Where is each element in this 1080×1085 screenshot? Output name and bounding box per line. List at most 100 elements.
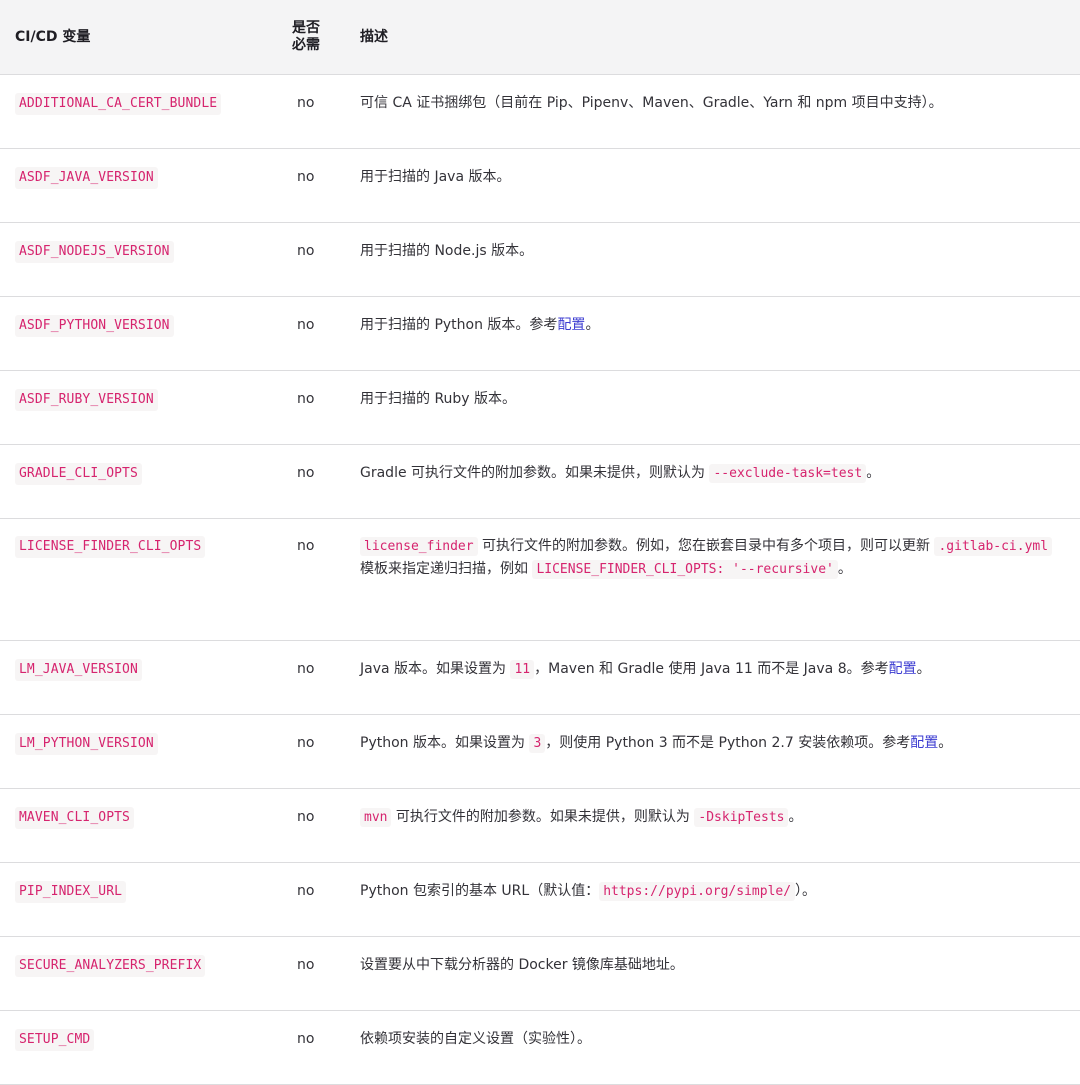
description-text: 用于扫描的 Python 版本。参考 [360, 317, 558, 333]
table-body: ADDITIONAL_CA_CERT_BUNDLE no 可信 CA 证书捆绑包（目… [0, 74, 1080, 1085]
description-text: Java 版本。如果设置为 [360, 661, 511, 677]
required-value: no [297, 661, 315, 677]
required-cell: no [276, 788, 342, 863]
variable-name: ASDF_PYTHON_VERSION [15, 315, 174, 337]
required-cell: no [276, 714, 342, 789]
variable-cell: GRADLE_CLI_OPTS [0, 444, 276, 519]
required-value: no [297, 1031, 315, 1047]
variable-name: PIP_INDEX_URL [15, 881, 127, 903]
variable-cell: SETUP_CMD [0, 1010, 276, 1085]
table-header: CI/CD 变量 是否 必需 描述 [0, 0, 1080, 75]
description-text: 。 [866, 465, 881, 481]
description-text: ，则使用 Python 3 而不是 Python 2.7 安装依赖项。参考 [545, 735, 911, 751]
variable-name: ASDF_NODEJS_VERSION [15, 241, 174, 263]
header-description: 描述 [342, 0, 1080, 75]
description-text: 用于扫描的 Ruby 版本。 [360, 391, 517, 407]
table-row: ASDF_RUBY_VERSION no 用于扫描的 Ruby 版本。 [0, 370, 1080, 445]
description-text: 可信 CA 证书捆绑包（目前在 Pip、Pipenv、Maven、Gradle、… [360, 95, 943, 111]
inline-code: mvn [360, 808, 392, 827]
description-cell: Python 包索引的基本 URL（默认值： https://pypi.org/s… [342, 862, 1080, 937]
table-row: PIP_INDEX_URL no Python 包索引的基本 URL（默认值： htt… [0, 862, 1080, 937]
variable-cell: ADDITIONAL_CA_CERT_BUNDLE [0, 74, 276, 149]
required-cell: no [276, 640, 342, 715]
variable-cell: SECURE_ANALYZERS_PREFIX [0, 936, 276, 1011]
variable-cell: ASDF_JAVA_VERSION [0, 148, 276, 223]
inline-code: 3 [529, 734, 546, 753]
description-text: 模板来指定递归扫描，例如 [360, 561, 533, 577]
required-value: no [297, 391, 315, 407]
description-cell: Java 版本。如果设置为 11 ，Maven 和 Gradle 使用 Java … [342, 640, 1080, 715]
description-text: 。 [837, 561, 852, 577]
variable-name: LICENSE_FINDER_CLI_OPTS [15, 536, 206, 558]
configuration-link[interactable]: 配置 [889, 661, 917, 677]
description-text: 。 [938, 735, 953, 751]
required-value: no [297, 538, 315, 554]
header-required: 是否 必需 [276, 0, 342, 75]
inline-code: -DskipTests [694, 808, 789, 827]
table-row: GRADLE_CLI_OPTS no Gradle 可执行文件的附加参数。如果未提供… [0, 444, 1080, 519]
variable-cell: ASDF_PYTHON_VERSION [0, 296, 276, 371]
required-value: no [297, 883, 315, 899]
inline-code: --exclude-task=test [709, 464, 867, 483]
description-text: ，Maven 和 Gradle 使用 Java 11 而不是 Java 8。参考 [534, 661, 889, 677]
variable-cell: LM_JAVA_VERSION [0, 640, 276, 715]
inline-code: .gitlab-ci.yml [934, 537, 1053, 556]
required-cell: no [276, 148, 342, 223]
description-cell: license_finder 可执行文件的附加参数。例如，您在嵌套目录中有多个项… [342, 518, 1080, 641]
required-value: no [297, 243, 315, 259]
required-cell: no [276, 74, 342, 149]
variable-cell: MAVEN_CLI_OPTS [0, 788, 276, 863]
required-value: no [297, 169, 315, 185]
table-row: LM_JAVA_VERSION no Java 版本。如果设置为 11 ，Maven … [0, 640, 1080, 715]
header-required-line: 必需 [292, 37, 320, 53]
description-cell: 用于扫描的 Python 版本。参考配置。 [342, 296, 1080, 371]
description-text: 。 [788, 809, 803, 825]
description-text: 。 [916, 661, 931, 677]
description-text: 。 [585, 317, 600, 333]
required-value: no [297, 735, 315, 751]
description-cell: mvn 可执行文件的附加参数。如果未提供，则默认为 -DskipTests。 [342, 788, 1080, 863]
description-text: Gradle 可执行文件的附加参数。如果未提供，则默认为 [360, 465, 710, 481]
table-row: ADDITIONAL_CA_CERT_BUNDLE no 可信 CA 证书捆绑包（目… [0, 74, 1080, 149]
required-value: no [297, 95, 315, 111]
variable-cell: ASDF_NODEJS_VERSION [0, 222, 276, 297]
required-value: no [297, 957, 315, 973]
configuration-link[interactable]: 配置 [557, 317, 585, 333]
description-text: Python 包索引的基本 URL（默认值： [360, 883, 600, 899]
variable-name: SECURE_ANALYZERS_PREFIX [15, 955, 206, 977]
variable-name: GRADLE_CLI_OPTS [15, 463, 142, 485]
description-cell: 用于扫描的 Node.js 版本。 [342, 222, 1080, 297]
required-value: no [297, 317, 315, 333]
description-cell: 用于扫描的 Ruby 版本。 [342, 370, 1080, 445]
header-variable: CI/CD 变量 [0, 0, 276, 75]
required-cell: no [276, 518, 342, 641]
description-cell: Gradle 可执行文件的附加参数。如果未提供，则默认为 --exclude-t… [342, 444, 1080, 519]
variable-name: SETUP_CMD [15, 1029, 95, 1051]
inline-code: https://pypi.org/simple/ [599, 882, 796, 901]
description-text: 用于扫描的 Java 版本。 [360, 169, 511, 185]
description-cell: 可信 CA 证书捆绑包（目前在 Pip、Pipenv、Maven、Gradle、… [342, 74, 1080, 149]
variable-cell: LICENSE_FINDER_CLI_OPTS [0, 518, 276, 641]
variable-cell: ASDF_RUBY_VERSION [0, 370, 276, 445]
description-text: 可执行文件的附加参数。例如，您在嵌套目录中有多个项目，则可以更新 [477, 538, 935, 554]
required-cell: no [276, 222, 342, 297]
variable-cell: PIP_INDEX_URL [0, 862, 276, 937]
description-cell: Python 版本。如果设置为 3 ，则使用 Python 3 而不是 Pytho… [342, 714, 1080, 789]
inline-code: LICENSE_FINDER_CLI_OPTS: '--recursive' [532, 560, 838, 579]
description-cell: 依赖项安装的自定义设置（实验性）。 [342, 1010, 1080, 1085]
variable-cell: LM_PYTHON_VERSION [0, 714, 276, 789]
table-row: SECURE_ANALYZERS_PREFIX no 设置要从中下载分析器的 Doc… [0, 936, 1080, 1011]
description-text: ）。 [795, 883, 817, 899]
description-text: 设置要从中下载分析器的 Docker 镜像库基础地址。 [360, 957, 684, 973]
required-cell: no [276, 936, 342, 1011]
description-text: 依赖项安装的自定义设置（实验性）。 [360, 1031, 591, 1047]
inline-code: 11 [510, 660, 535, 679]
description-cell: 设置要从中下载分析器的 Docker 镜像库基础地址。 [342, 936, 1080, 1011]
description-text: 可执行文件的附加参数。如果未提供，则默认为 [391, 809, 695, 825]
required-cell: no [276, 296, 342, 371]
configuration-link[interactable]: 配置 [910, 735, 938, 751]
description-cell: 用于扫描的 Java 版本。 [342, 148, 1080, 223]
variable-name: ASDF_RUBY_VERSION [15, 389, 158, 411]
table-row: LM_PYTHON_VERSION no Python 版本。如果设置为 3 ，则使用… [0, 714, 1080, 789]
variable-name: LM_PYTHON_VERSION [15, 733, 158, 755]
